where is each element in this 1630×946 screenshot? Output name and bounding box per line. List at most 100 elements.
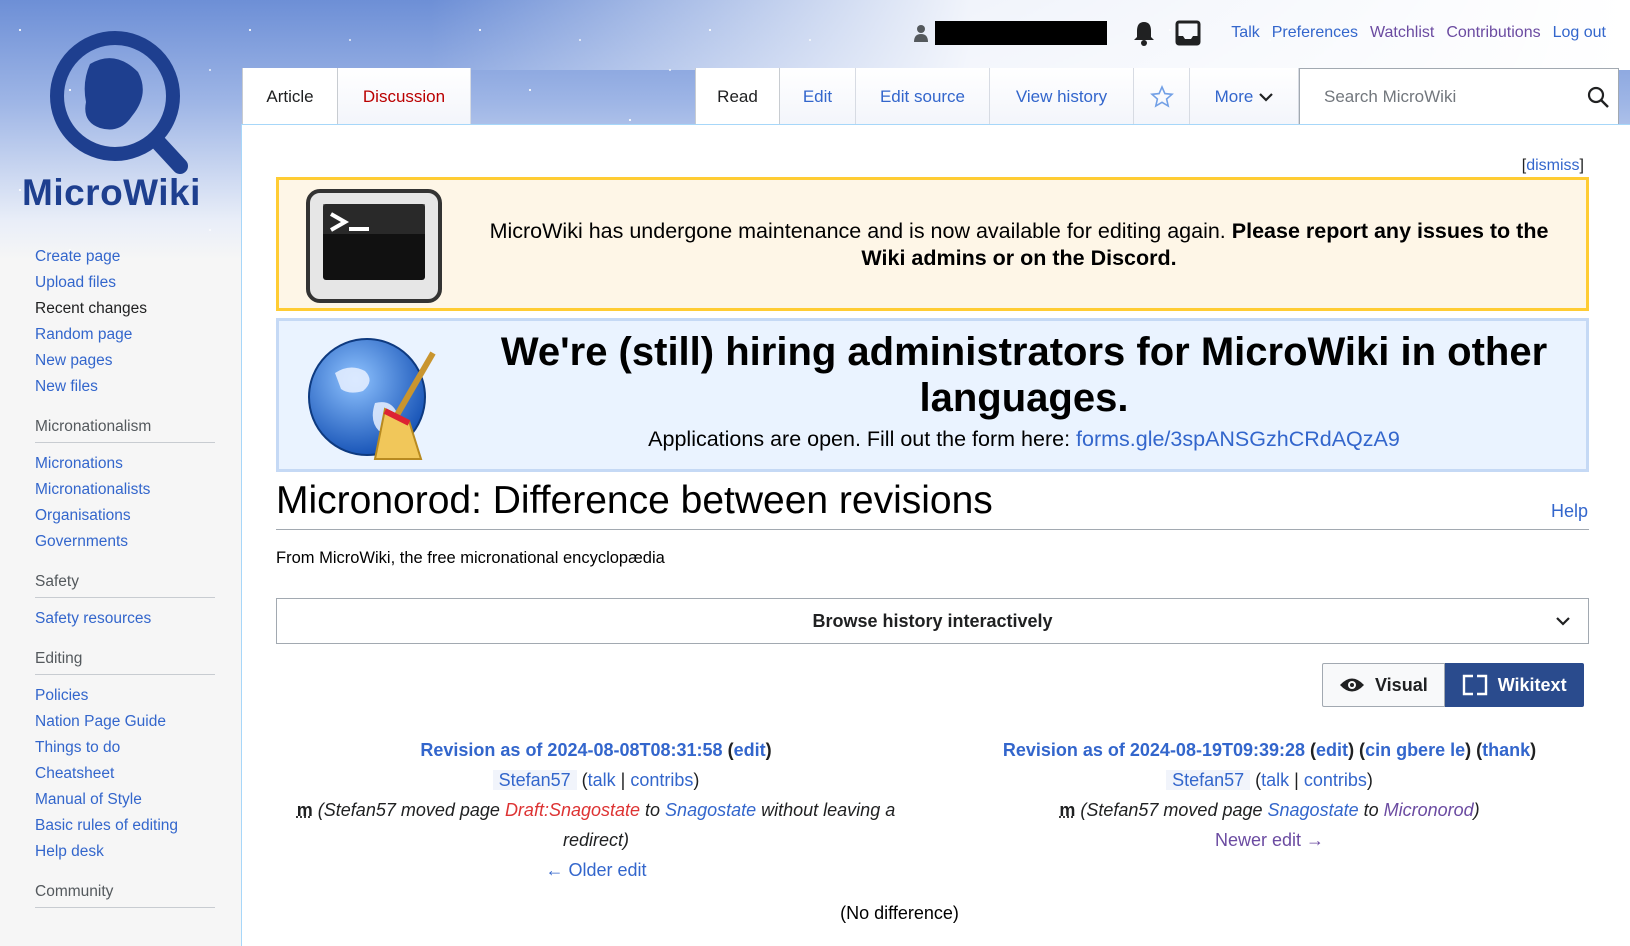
sidebar-item-new-pages[interactable]: New pages xyxy=(35,352,113,369)
sidebar-item-cheatsheet[interactable]: Cheatsheet xyxy=(35,765,114,782)
new-revision-link[interactable]: Revision as of 2024-08-19T09:39:28 xyxy=(1003,740,1305,760)
logo-wordmark[interactable]: MicroWiki xyxy=(22,172,201,214)
sidebar-item-create-page[interactable]: Create page xyxy=(35,248,120,265)
sidebar-item-recent-changes[interactable]: Recent changes xyxy=(35,300,147,317)
tab-discussion[interactable]: Discussion xyxy=(338,68,471,125)
diff-old-revision: Revision as of 2024-08-08T08:31:58 (edit… xyxy=(276,735,916,885)
tab-view-history[interactable]: View history xyxy=(990,68,1134,125)
hiring-form-link[interactable]: forms.gle/3spANSGzhCRdAQzA9 xyxy=(1076,427,1400,451)
content-area: [dismiss] MicroWiki has undergone mainte… xyxy=(241,124,1630,946)
tab-more-label: More xyxy=(1214,86,1254,106)
sidebar-community: Community xyxy=(35,883,215,908)
watch-star-button[interactable] xyxy=(1134,68,1190,125)
site-tagline: From MicroWiki, the free micronational e… xyxy=(276,549,665,567)
old-revision-edit-link[interactable]: edit xyxy=(734,740,766,760)
tab-read[interactable]: Read xyxy=(695,68,780,126)
portlet-heading: Safety xyxy=(35,573,215,598)
old-revision-summary: m (Stefan57 moved page Draft:Snagostate … xyxy=(276,795,916,855)
globe-broom-icon xyxy=(308,338,436,460)
search-input[interactable] xyxy=(1322,85,1566,108)
new-revision-talk-link[interactable]: talk xyxy=(1261,770,1289,790)
hiring-sub-text: Applications are open. Fill out the form… xyxy=(648,427,1077,451)
portlet-heading: Micronationalism xyxy=(35,418,215,443)
sidebar-navigation: Create page Upload files Recent changes … xyxy=(35,244,215,400)
sidebar-item-random-page[interactable]: Random page xyxy=(35,326,132,343)
personal-logout-link[interactable]: Log out xyxy=(1553,24,1606,42)
new-revision-user: Stefan57 (talk | contribs) xyxy=(932,765,1607,795)
old-summary-from-page-link[interactable]: Draft:Snagostate xyxy=(505,800,640,820)
chevron-down-icon xyxy=(1556,617,1570,626)
new-revision-user-link[interactable]: Stefan57 xyxy=(1166,770,1251,790)
new-revision-summary: m (Stefan57 moved page Snagostate to Mic… xyxy=(932,795,1607,825)
maintenance-text: MicroWiki has undergone maintenance and … xyxy=(469,218,1569,272)
eye-icon xyxy=(1340,678,1364,692)
older-edit-link[interactable]: ← Older edit xyxy=(545,860,646,880)
minor-edit-marker: m xyxy=(296,800,313,820)
browse-history-label: Browse history interactively xyxy=(812,610,1053,631)
sidebar-item-governments[interactable]: Governments xyxy=(35,533,128,550)
visual-diff-button[interactable]: Visual xyxy=(1322,663,1445,707)
sidebar-micronationalism: Micronationalism Micronations Micronatio… xyxy=(35,418,215,555)
sidebar-item-new-files[interactable]: New files xyxy=(35,378,98,395)
user-icon xyxy=(914,25,929,42)
wikitext-brackets-icon xyxy=(1462,674,1487,696)
newer-edit-link[interactable]: Newer edit → xyxy=(1215,830,1324,850)
personal-preferences-link[interactable]: Preferences xyxy=(1272,24,1358,42)
dismiss-bracket-close: ] xyxy=(1579,157,1584,174)
help-link[interactable]: Help xyxy=(1551,501,1588,522)
no-difference-message: (No difference) xyxy=(840,903,959,923)
new-revision-thank-link[interactable]: thank xyxy=(1482,740,1530,760)
old-revision-talk-link[interactable]: talk xyxy=(588,770,616,790)
new-summary-pre: (Stefan57 moved page xyxy=(1080,800,1268,820)
hiring-subtitle: Applications are open. Fill out the form… xyxy=(479,427,1569,452)
tab-edit[interactable]: Edit xyxy=(780,68,856,125)
tab-article[interactable]: Article xyxy=(242,68,338,126)
sidebar-safety: Safety Safety resources xyxy=(35,573,215,632)
maintenance-notice: MicroWiki has undergone maintenance and … xyxy=(276,177,1589,311)
new-revision-undo-link[interactable]: cin gbere le xyxy=(1365,740,1465,760)
new-revision-edit-link[interactable]: edit xyxy=(1316,740,1348,760)
bell-icon[interactable] xyxy=(1131,20,1157,46)
old-revision-header: Revision as of 2024-08-08T08:31:58 (edit… xyxy=(420,740,772,760)
username-redacted[interactable] xyxy=(935,21,1108,45)
personal-contributions-link[interactable]: Contributions xyxy=(1446,24,1540,42)
diff-mode-switch: Visual Wikitext xyxy=(1322,663,1584,707)
personal-watchlist-link[interactable]: Watchlist xyxy=(1370,24,1434,42)
dismiss-link[interactable]: dismiss xyxy=(1526,157,1579,174)
hiring-notice: We're (still) hiring administrators for … xyxy=(276,318,1589,472)
sidebar-item-organisations[interactable]: Organisations xyxy=(35,507,131,524)
wikitext-diff-button[interactable]: Wikitext xyxy=(1444,663,1584,707)
sidebar-item-safety-resources[interactable]: Safety resources xyxy=(35,610,151,627)
tab-edit-source[interactable]: Edit source xyxy=(856,68,990,125)
new-revision-contribs-link[interactable]: contribs xyxy=(1304,770,1367,790)
old-summary-to-page-link[interactable]: Snagostate xyxy=(665,800,756,820)
sidebar-item-micronationalists[interactable]: Micronationalists xyxy=(35,481,150,498)
hiring-title: We're (still) hiring administrators for … xyxy=(500,330,1548,420)
sidebar: Create page Upload files Recent changes … xyxy=(35,244,215,926)
sidebar-item-upload-files[interactable]: Upload files xyxy=(35,274,116,291)
old-revision-contribs-link[interactable]: contribs xyxy=(630,770,693,790)
tab-more[interactable]: More xyxy=(1190,68,1299,125)
sidebar-item-policies[interactable]: Policies xyxy=(35,687,88,704)
minor-edit-marker: m xyxy=(1059,800,1076,820)
sidebar-editing: Editing Policies Nation Page Guide Thing… xyxy=(35,650,215,865)
personal-talk-link[interactable]: Talk xyxy=(1231,24,1259,42)
inbox-icon[interactable] xyxy=(1175,20,1201,46)
old-revision-link[interactable]: Revision as of 2024-08-08T08:31:58 xyxy=(420,740,722,760)
search-box xyxy=(1299,68,1619,125)
search-icon[interactable] xyxy=(1586,85,1610,109)
old-revision-user-link[interactable]: Stefan57 xyxy=(492,770,577,790)
new-summary-from-page-link[interactable]: Snagostate xyxy=(1268,800,1359,820)
browse-history-toggle[interactable]: Browse history interactively xyxy=(276,598,1589,644)
old-summary-pre: (Stefan57 moved page xyxy=(317,800,505,820)
star-icon xyxy=(1149,84,1174,108)
new-summary-to-page-link[interactable]: Micronorod xyxy=(1384,800,1474,820)
sidebar-item-nation-page-guide[interactable]: Nation Page Guide xyxy=(35,713,166,730)
sidebar-item-manual-of-style[interactable]: Manual of Style xyxy=(35,791,142,808)
sidebar-item-help-desk[interactable]: Help desk xyxy=(35,843,104,860)
dismiss-notice: [dismiss] xyxy=(1522,157,1584,175)
sidebar-item-micronations[interactable]: Micronations xyxy=(35,455,123,472)
diff-new-revision: Revision as of 2024-08-19T09:39:28 (edit… xyxy=(932,735,1607,855)
sidebar-item-things-to-do[interactable]: Things to do xyxy=(35,739,120,756)
sidebar-item-basic-rules[interactable]: Basic rules of editing xyxy=(35,817,178,834)
